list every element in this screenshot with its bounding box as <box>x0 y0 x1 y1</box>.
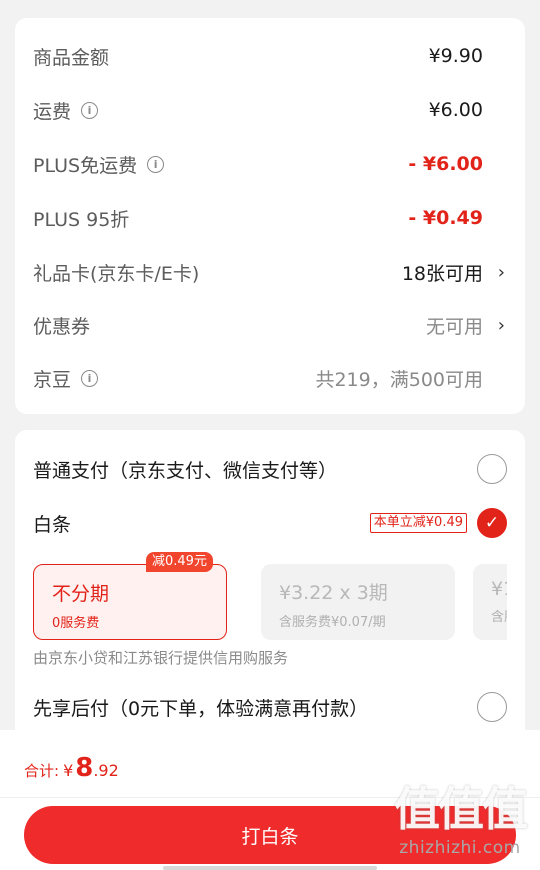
chevron-right-icon[interactable]: › <box>498 262 505 283</box>
plan-fee: 含服 <box>491 610 507 625</box>
plan-fee: 0服务费 <box>52 616 100 631</box>
watermark-url: zhizhizhi.com <box>399 838 521 858</box>
checkout-bar: 合计: ¥ 8 .92 打白条 值值值 zhizhizhi.com <box>0 730 540 870</box>
coupon-value: 无可用 <box>425 315 483 338</box>
goods-amount-value: ¥9.90 <box>428 45 483 67</box>
jingdou-label: 京豆 <box>33 368 72 391</box>
jingdou-value: 共219，满500可用 <box>315 368 483 391</box>
gift-card-value: 18张可用 <box>401 262 483 285</box>
credit-provider-note: 由京东小贷和江苏银行提供信用购服务 <box>33 649 289 667</box>
info-icon[interactable]: i <box>147 155 165 173</box>
watermark-chars: 值值值 <box>394 782 528 836</box>
plan-title: 不分期 <box>52 583 110 605</box>
normal-payment-title: 普通支付（京东支付、微信支付等） <box>33 459 338 482</box>
pay-later-title: 先享后付（0元下单，体验满意再付款） <box>33 697 369 720</box>
info-icon[interactable]: i <box>81 369 99 387</box>
order-summary-card: 商品金额 ¥9.90 运费 i ¥6.00 PLUS免运费 i - ¥6.00 … <box>15 18 525 414</box>
pay-later-radio[interactable] <box>477 692 507 722</box>
plan-title: ¥1. <box>491 578 507 600</box>
plus-discount-row: PLUS 95折 - ¥0.49 <box>15 202 525 234</box>
pay-later-option[interactable]: 先享后付（0元下单，体验满意再付款） <box>33 690 507 724</box>
gift-card-label: 礼品卡(京东卡/E卡) <box>33 262 200 285</box>
checkmark-icon: ✓ <box>484 513 500 533</box>
jingdou-row: 京豆 i 共219，满500可用 <box>15 362 525 394</box>
plus-free-shipping-row: PLUS免运费 i - ¥6.00 <box>15 148 525 180</box>
watermark-logo: 值值值 zhizhizhi.com <box>394 782 528 858</box>
shipping-value: ¥6.00 <box>428 99 483 121</box>
normal-payment-option[interactable]: 普通支付（京东支付、微信支付等） <box>33 452 507 486</box>
total-label: 合计: <box>24 762 60 780</box>
chevron-right-icon[interactable]: › <box>498 315 505 336</box>
baitiao-option[interactable]: 白条 本单立减¥0.49 ✓ <box>33 506 507 540</box>
goods-amount-label: 商品金额 <box>33 46 110 69</box>
total-integer: 8 <box>75 753 94 783</box>
total-decimal: .92 <box>93 761 119 780</box>
plus-discount-value: - ¥0.49 <box>408 207 483 229</box>
installment-plan-list[interactable]: 不分期 0服务费 ¥3.22 x 3期 含服务费¥0.07/期 ¥1. 含服 <box>33 564 507 640</box>
plan-no-installment[interactable]: 不分期 0服务费 <box>33 564 227 640</box>
baitiao-promo-tag: 本单立减¥0.49 <box>369 513 467 533</box>
plan-title: ¥3.22 x 3期 <box>279 582 388 604</box>
gift-card-row[interactable]: 礼品卡(京东卡/E卡) 18张可用 › <box>15 256 525 288</box>
coupon-label: 优惠券 <box>33 315 91 338</box>
info-icon[interactable]: i <box>81 101 99 119</box>
order-total: 合计: ¥ 8 .92 <box>24 753 119 783</box>
total-currency: ¥ <box>63 761 74 780</box>
goods-amount-row: 商品金额 ¥9.90 <box>15 40 525 72</box>
baitiao-radio[interactable]: ✓ <box>477 508 507 538</box>
plus-discount-label: PLUS 95折 <box>33 208 130 231</box>
shipping-row: 运费 i ¥6.00 <box>15 94 525 126</box>
payment-method-card: 普通支付（京东支付、微信支付等） 白条 本单立减¥0.49 ✓ 减0.49元 不… <box>15 430 525 730</box>
coupon-row[interactable]: 优惠券 无可用 › <box>15 309 525 341</box>
plan-3-installments[interactable]: ¥3.22 x 3期 含服务费¥0.07/期 <box>261 564 455 640</box>
plan-discount-badge: 减0.49元 <box>146 552 213 572</box>
plus-free-shipping-label: PLUS免运费 <box>33 154 138 177</box>
plan-fee: 含服务费¥0.07/期 <box>279 615 386 630</box>
plan-more-installments[interactable]: ¥1. 含服 <box>473 564 507 640</box>
home-indicator <box>163 866 377 870</box>
baitiao-title: 白条 <box>33 513 72 536</box>
shipping-label: 运费 <box>33 100 72 123</box>
plus-free-shipping-value: - ¥6.00 <box>408 153 483 175</box>
normal-payment-radio[interactable] <box>477 454 507 484</box>
